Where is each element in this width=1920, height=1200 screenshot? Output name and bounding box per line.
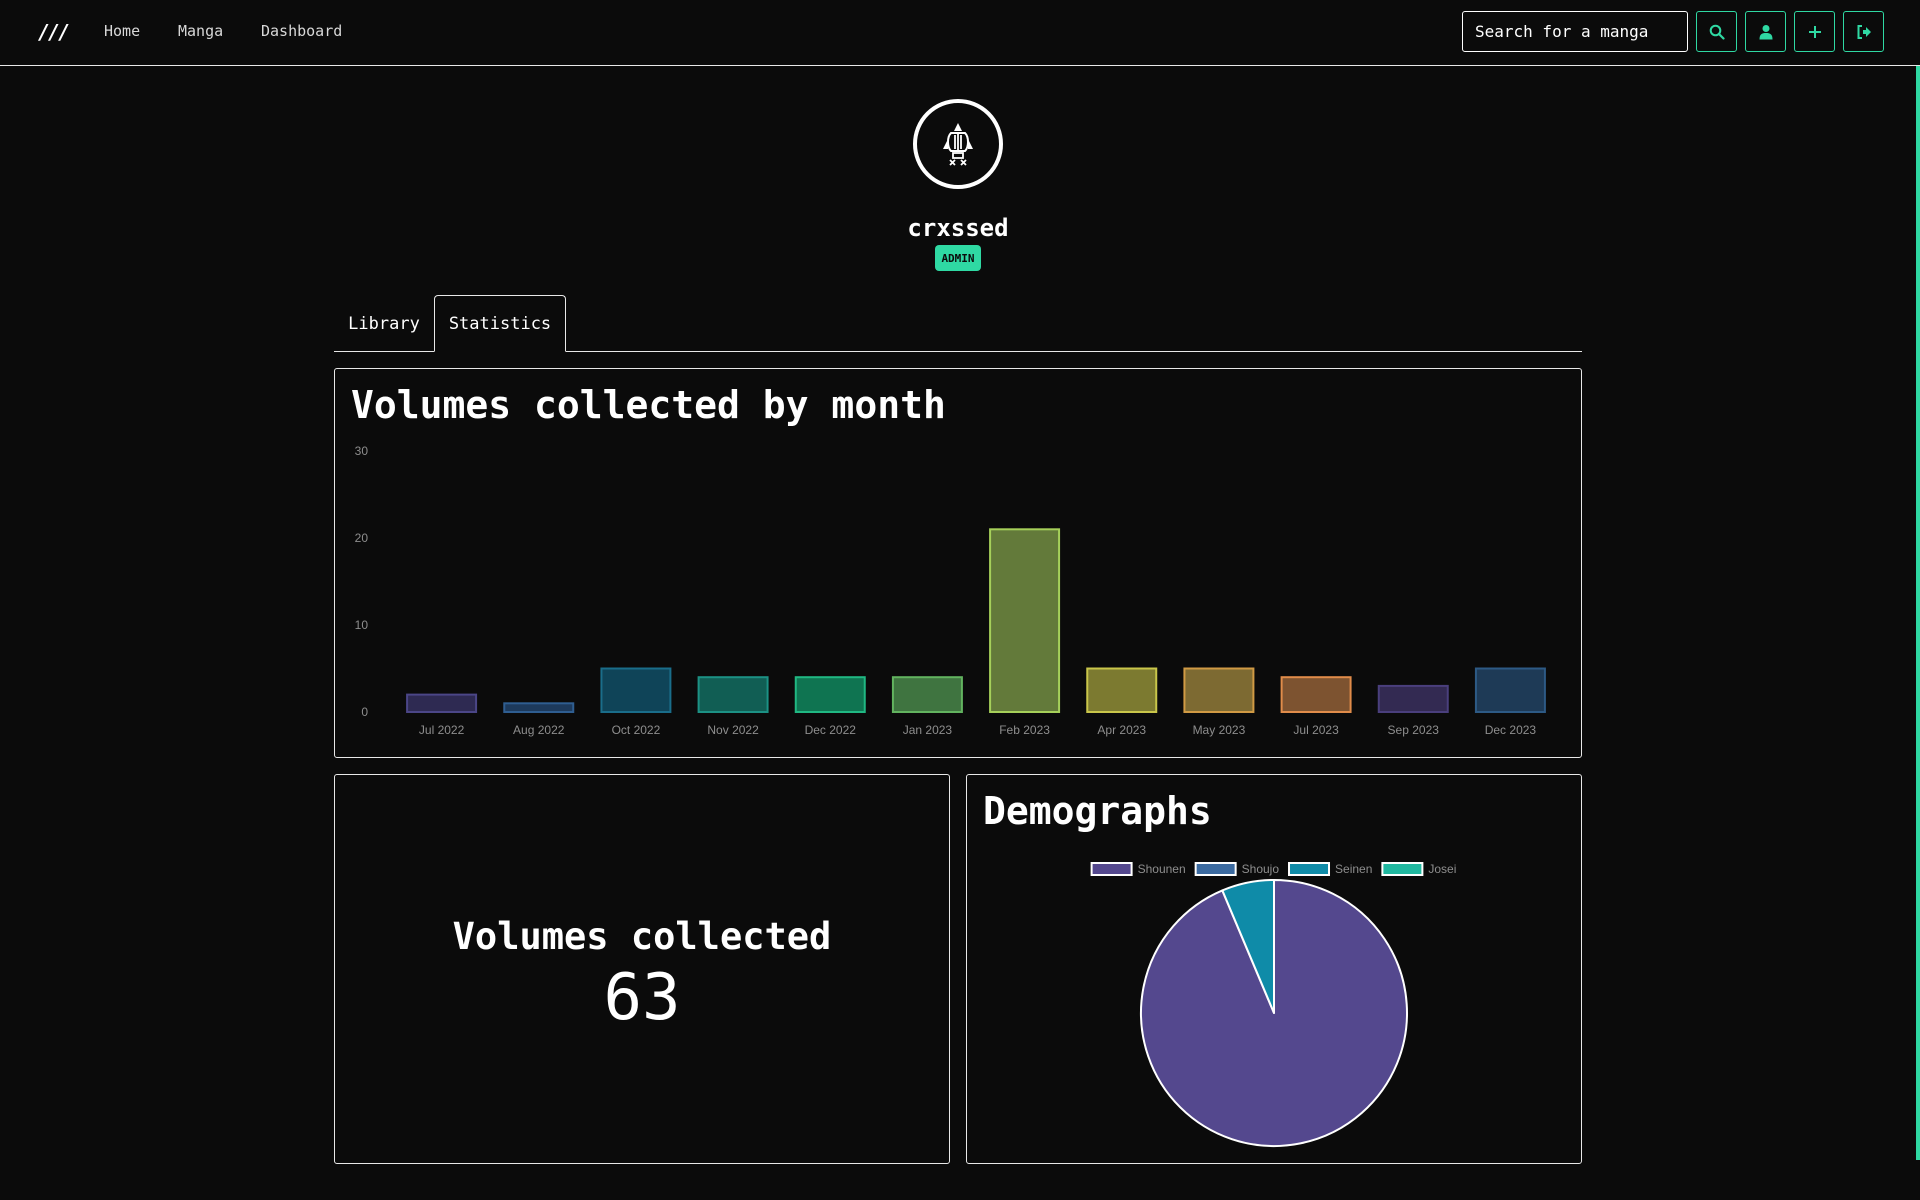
bar-apr-2023[interactable] [1086, 667, 1158, 713]
x-tick-label: Apr 2023 [1097, 723, 1146, 737]
x-tick-label: May 2023 [1193, 723, 1246, 737]
monthly-volumes-chart: 0 10 20 30 Jul 2022 Aug 2022 Oct 2022 Nov 2022 D… [355, 444, 1546, 737]
bar-oct-2022[interactable] [600, 667, 672, 713]
role-badge: ADMIN [935, 245, 981, 271]
bar-nov-2022[interactable] [697, 676, 769, 714]
legend-swatch-shounen[interactable] [1090, 862, 1133, 876]
tab-library[interactable]: Library [334, 295, 434, 352]
bar-jul-2022[interactable] [406, 693, 478, 714]
logout-icon [1857, 24, 1871, 39]
search-icon [1709, 24, 1725, 40]
demographs-pie-chart: Shounen Shoujo Seinen Josei [1090, 862, 1456, 1147]
rocket-icon [943, 123, 973, 166]
legend-swatch-seinen[interactable] [1288, 862, 1331, 876]
x-tick-label: Aug 2022 [513, 723, 565, 737]
bar-feb-2023[interactable] [989, 528, 1061, 713]
bar-sep-2023[interactable] [1377, 684, 1449, 713]
legend-label-josei[interactable]: Josei [1428, 862, 1456, 876]
volumes-collected-card: Volumes collected 63 [334, 774, 950, 1164]
y-tick-label: 10 [355, 618, 369, 632]
x-tick-label: Oct 2022 [612, 723, 661, 737]
nav-link-manga[interactable]: Manga [178, 22, 223, 40]
y-tick-label: 0 [361, 705, 368, 719]
app-logo[interactable]: /// [38, 20, 70, 44]
search-input[interactable] [1462, 11, 1688, 52]
demographs-card: Demographs Shounen Shoujo Seinen Josei [966, 774, 1582, 1164]
user-icon [1759, 24, 1772, 39]
y-tick-label: 30 [355, 444, 369, 458]
x-tick-label: Sep 2023 [1388, 723, 1440, 737]
volumes-collected-title: Volumes collected [452, 915, 832, 958]
volumes-collected-value: 63 [603, 961, 681, 1035]
nav-link-home[interactable]: Home [104, 22, 140, 40]
x-tick-label: Jan 2023 [903, 723, 953, 737]
x-tick-label: Nov 2022 [707, 723, 759, 737]
avatar [913, 99, 1003, 189]
scrollbar[interactable] [1916, 66, 1920, 1160]
tab-statistics[interactable]: Statistics [434, 295, 566, 352]
bar-dec-2022[interactable] [794, 676, 866, 714]
legend-label-shounen[interactable]: Shounen [1138, 862, 1186, 876]
logout-button[interactable] [1843, 11, 1884, 52]
x-tick-label: Jul 2023 [1293, 723, 1339, 737]
legend-label-seinen[interactable]: Seinen [1335, 862, 1372, 876]
x-tick-label: Dec 2022 [805, 723, 857, 737]
profile-button[interactable] [1745, 11, 1786, 52]
x-tick-label: Jul 2022 [419, 723, 465, 737]
bar-jan-2023[interactable] [891, 676, 963, 714]
username: crxssed [907, 214, 1009, 242]
legend-swatch-josei[interactable] [1381, 862, 1424, 876]
search-button[interactable] [1696, 11, 1737, 52]
monthly-volumes-card: Volumes collected by month 0 10 20 30 Jul 20… [334, 368, 1582, 758]
plus-icon [1808, 25, 1821, 38]
legend-label-shoujo[interactable]: Shoujo [1242, 862, 1280, 876]
x-tick-label: Dec 2023 [1485, 723, 1537, 737]
add-manga-button[interactable] [1794, 11, 1835, 52]
y-tick-label: 20 [355, 531, 369, 545]
bar-aug-2022[interactable] [503, 702, 575, 713]
nav-link-dashboard[interactable]: Dashboard [261, 22, 342, 40]
legend-swatch-shoujo[interactable] [1194, 862, 1237, 876]
bar-may-2023[interactable] [1183, 667, 1255, 713]
top-navbar: /// Home Manga Dashboard [0, 0, 1920, 66]
bar-jul-2023[interactable] [1280, 676, 1352, 714]
x-tick-label: Feb 2023 [999, 723, 1050, 737]
bar-dec-2023[interactable] [1474, 667, 1546, 713]
